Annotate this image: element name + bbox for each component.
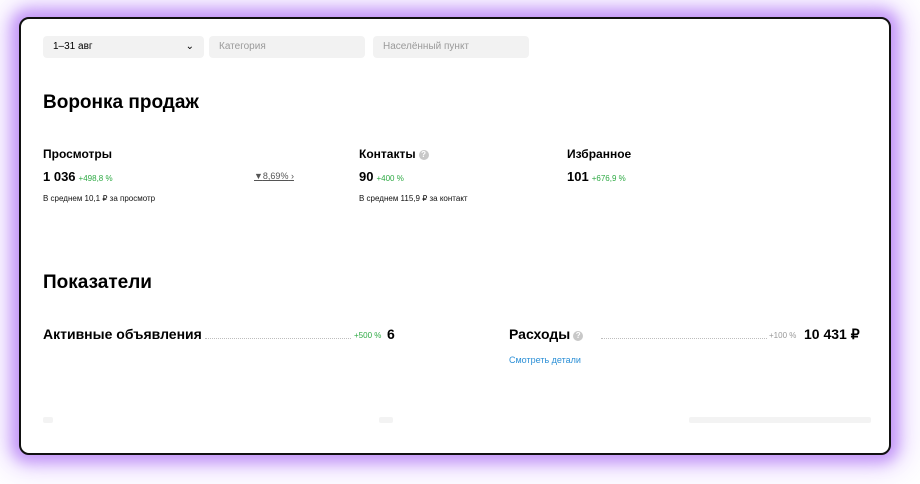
chevron-right-icon: › [290,171,294,181]
favorites-value: 101 [567,169,589,184]
contacts-label: Контакты [359,147,416,161]
contacts-metric: 90 +400 % [359,169,404,184]
period-select-value: 1–31 авг [53,41,93,52]
period-select[interactable]: 1–31 авг ⌄ [43,36,204,58]
expenses-delta: +100 % [769,331,797,340]
active-ads-value: 6 [387,326,395,342]
dotted-leader [601,338,767,339]
views-average: В среднем 10,1 ₽ за просмотр [43,194,156,203]
dotted-leader [205,338,351,339]
views-delta: +498,8 % [78,174,113,183]
contacts-value: 90 [359,169,374,184]
faded-row-fragment [43,417,53,423]
location-select[interactable]: Населённый пункт [373,36,529,58]
favorites-metric: 101 +676,9 % [567,169,626,184]
expenses-details-link[interactable]: Смотреть детали [509,355,581,365]
category-select[interactable]: Категория [209,36,365,58]
contacts-average: В среднем 115,9 ₽ за контакт [359,194,468,203]
expenses-header: Расходы? [509,326,584,342]
views-value: 1 036 [43,169,76,184]
stats-panel: 1–31 авг ⌄ Категория Населённый пункт Во… [19,17,891,455]
conversion-link[interactable]: ▼8,69% › [254,171,294,181]
help-icon[interactable]: ? [418,150,429,160]
expenses-value: 10 431 ₽ [804,326,860,342]
faded-row-fragment [379,417,393,423]
faded-row-fragment [689,417,871,423]
active-ads-delta: +500 % [354,331,382,340]
help-icon[interactable]: ? [573,331,584,341]
category-placeholder: Категория [219,41,266,52]
location-placeholder: Населённый пункт [383,41,470,52]
favorites-delta: +676,9 % [591,174,626,183]
contacts-header: Контакты? [359,147,429,161]
views-metric: 1 036 +498,8 % [43,169,113,184]
funnel-title: Воронка продаж [43,92,199,113]
chevron-down-icon: ⌄ [185,41,194,52]
contacts-delta: +400 % [376,174,404,183]
active-ads-label: Активные объявления [43,326,202,342]
filter-funnel-icon: ▼ [254,171,263,181]
expenses-label: Расходы [509,326,571,342]
indicators-title: Показатели [43,272,152,293]
favorites-label: Избранное [567,147,632,161]
views-label: Просмотры [43,147,113,161]
conversion-value: 8,69% [262,171,289,181]
